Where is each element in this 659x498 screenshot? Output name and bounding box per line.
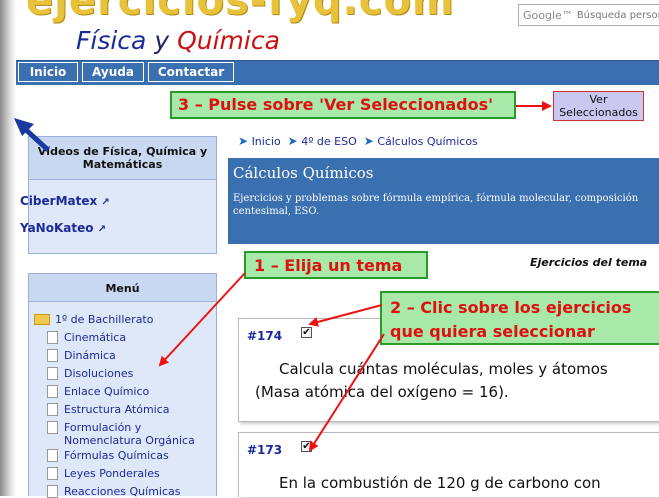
document-icon <box>47 331 58 344</box>
section-header: Cálculos Químicos Ejercicios y problemas… <box>228 158 659 244</box>
ver-label: Ver <box>589 93 608 106</box>
section-description: Ejercicios y problemas sobre fórmula emp… <box>233 193 639 217</box>
document-icon <box>47 485 58 498</box>
menu-item-reacciones-quimicas[interactable]: Reacciones Químicas <box>64 485 180 498</box>
menu-item-leyes-ponderales[interactable]: Leyes Ponderales <box>64 467 160 480</box>
folder-icon <box>34 314 50 325</box>
menu-item-estructura-atomica[interactable]: Estructura Atómica <box>64 403 170 416</box>
logo-word-quimica: Química <box>177 26 280 55</box>
external-link-icon: ↗ <box>97 224 107 235</box>
external-link-icon: ↗ <box>101 197 110 208</box>
document-icon <box>47 421 58 434</box>
menu-item-formulacion-organica[interactable]: Formulación y Nomenclatura Orgánica <box>64 421 214 447</box>
callout-step-2-line-2: que quiera seleccionar <box>390 322 595 341</box>
breadcrumb-arrow-icon: ➤ <box>287 134 298 148</box>
exercise-checkbox-174[interactable]: ✔ <box>301 327 312 338</box>
link-yanokateo-label: YaNoKateo <box>20 221 94 235</box>
document-icon <box>47 449 58 462</box>
menu-item-cinematica[interactable]: Cinemática <box>64 331 126 344</box>
left-edge-shadow <box>0 0 16 496</box>
breadcrumb: ➤ Inicio ➤ 4º de ESO ➤ Cálculos Químicos <box>238 134 478 148</box>
ver-seleccionados-button[interactable]: Ver Seleccionados <box>553 91 644 121</box>
top-nav-bar: Inicio Ayuda Contactar <box>16 60 659 85</box>
google-logo: Google™ <box>523 8 573 22</box>
menu-box-title: Menú <box>29 274 216 302</box>
section-title: Cálculos Químicos <box>233 164 374 182</box>
logo-word-fisica: Física <box>76 26 147 55</box>
menu-item-dinamica[interactable]: Dinámica <box>64 349 116 362</box>
exercise-number[interactable]: #173 <box>247 443 282 457</box>
breadcrumb-calculos-quimicos[interactable]: Cálculos Químicos <box>377 135 477 148</box>
breadcrumb-arrow-icon: ➤ <box>363 134 374 148</box>
document-icon <box>47 349 58 362</box>
exercises-title: Ejercicios del tema <box>530 256 648 269</box>
videos-box-title: Vídeos de Física, Química y Matemáticas <box>29 137 216 180</box>
menu-item-formulas-quimicas[interactable]: Fórmulas Químicas <box>64 449 169 462</box>
link-yanokateo[interactable]: YaNoKateo ↗ <box>20 221 106 235</box>
callout-step-2: 2 – Clic sobre los ejercicios que quiera… <box>380 291 659 345</box>
nav-inicio-button[interactable]: Inicio <box>18 62 78 82</box>
callout-step-2-line-1: 2 – Clic sobre los ejercicios <box>390 298 632 317</box>
menu-item-enlace-quimico[interactable]: Enlace Químico <box>64 385 149 398</box>
exercise-text-line-2: (Masa atómica del oxígeno = 16). <box>255 383 509 401</box>
breadcrumb-arrow-icon: ➤ <box>238 134 249 148</box>
breadcrumb-inicio[interactable]: Inicio <box>252 135 281 148</box>
nav-contactar-button[interactable]: Contactar <box>148 62 234 82</box>
nav-ayuda-button[interactable]: Ayuda <box>82 62 144 82</box>
callout-step-1: 1 – Elija un tema <box>244 251 428 279</box>
document-icon <box>47 467 58 480</box>
link-cibermatex-label: CiberMatex <box>20 194 98 208</box>
breadcrumb-4-eso[interactable]: 4º de ESO <box>301 135 357 148</box>
exercise-text-line-1: Calcula cuántas moléculas, moles y átomo… <box>279 360 608 378</box>
menu-folder-1-bachillerato[interactable]: 1º de Bachillerato <box>55 313 153 326</box>
seleccionados-label: Seleccionados <box>559 106 638 119</box>
document-icon <box>47 367 58 380</box>
exercise-text-line-1: En la combustión de 120 g de carbono con <box>279 474 601 492</box>
site-logo-url[interactable]: ejercicios-fyq.com <box>26 0 455 24</box>
exercise-card-173: #173 ✔ En la combustión de 120 g de carb… <box>238 432 659 497</box>
exercise-number[interactable]: #174 <box>247 329 282 343</box>
callout-step-3: 3 – Pulse sobre 'Ver Seleccionados' <box>170 91 516 119</box>
menu-item-disoluciones[interactable]: Disoluciones <box>64 367 133 380</box>
site-logo-subtitle: Física y Química <box>76 26 280 55</box>
search-placeholder: Búsqueda personalizada <box>576 9 659 21</box>
document-icon <box>47 385 58 398</box>
link-cibermatex[interactable]: CiberMatex ↗ <box>20 194 110 208</box>
document-icon <box>47 403 58 416</box>
exercise-checkbox-173[interactable]: ✔ <box>301 441 312 452</box>
logo-word-y: y <box>154 26 170 55</box>
search-input[interactable]: Google™ Búsqueda personalizada <box>518 4 659 26</box>
